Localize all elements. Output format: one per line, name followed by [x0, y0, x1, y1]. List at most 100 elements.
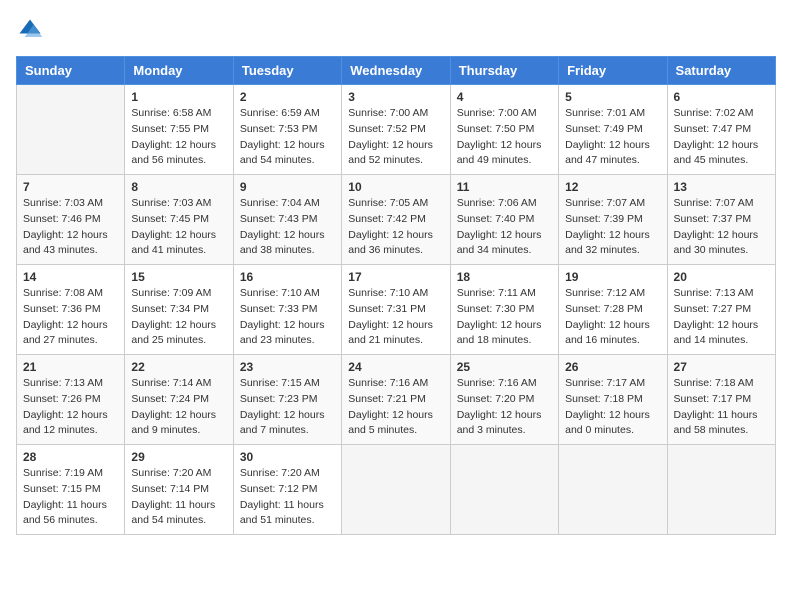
cell-info: Sunrise: 7:07 AM Sunset: 7:37 PM Dayligh… — [674, 196, 769, 259]
cell-info: Sunrise: 7:03 AM Sunset: 7:46 PM Dayligh… — [23, 196, 118, 259]
sunrise-text: Sunrise: 7:14 AM — [131, 377, 211, 389]
cell-info: Sunrise: 7:02 AM Sunset: 7:47 PM Dayligh… — [674, 106, 769, 169]
calendar-cell: 19 Sunrise: 7:12 AM Sunset: 7:28 PM Dayl… — [559, 265, 667, 355]
header-day-thursday: Thursday — [450, 57, 558, 85]
sunset-text: Sunset: 7:31 PM — [348, 303, 426, 315]
sunset-text: Sunset: 7:50 PM — [457, 123, 535, 135]
day-number: 6 — [674, 90, 769, 104]
cell-info: Sunrise: 7:12 AM Sunset: 7:28 PM Dayligh… — [565, 286, 660, 349]
calendar-cell — [342, 445, 450, 535]
daylight-text: Daylight: 12 hours and 25 minutes. — [131, 319, 216, 347]
day-number: 26 — [565, 360, 660, 374]
header-day-saturday: Saturday — [667, 57, 775, 85]
header-day-sunday: Sunday — [17, 57, 125, 85]
calendar-header-row: SundayMondayTuesdayWednesdayThursdayFrid… — [17, 57, 776, 85]
cell-info: Sunrise: 7:00 AM Sunset: 7:52 PM Dayligh… — [348, 106, 443, 169]
cell-info: Sunrise: 7:08 AM Sunset: 7:36 PM Dayligh… — [23, 286, 118, 349]
sunrise-text: Sunrise: 7:10 AM — [348, 287, 428, 299]
calendar-cell: 23 Sunrise: 7:15 AM Sunset: 7:23 PM Dayl… — [233, 355, 341, 445]
sunrise-text: Sunrise: 7:13 AM — [23, 377, 103, 389]
daylight-text: Daylight: 12 hours and 27 minutes. — [23, 319, 108, 347]
day-number: 30 — [240, 450, 335, 464]
daylight-text: Daylight: 12 hours and 34 minutes. — [457, 229, 542, 257]
daylight-text: Daylight: 12 hours and 52 minutes. — [348, 139, 433, 167]
day-number: 29 — [131, 450, 226, 464]
calendar-cell: 30 Sunrise: 7:20 AM Sunset: 7:12 PM Dayl… — [233, 445, 341, 535]
calendar-cell: 28 Sunrise: 7:19 AM Sunset: 7:15 PM Dayl… — [17, 445, 125, 535]
sunset-text: Sunset: 7:30 PM — [457, 303, 535, 315]
calendar-cell: 2 Sunrise: 6:59 AM Sunset: 7:53 PM Dayli… — [233, 85, 341, 175]
sunrise-text: Sunrise: 7:18 AM — [674, 377, 754, 389]
sunrise-text: Sunrise: 7:03 AM — [131, 197, 211, 209]
cell-info: Sunrise: 7:15 AM Sunset: 7:23 PM Dayligh… — [240, 376, 335, 439]
daylight-text: Daylight: 12 hours and 43 minutes. — [23, 229, 108, 257]
day-number: 19 — [565, 270, 660, 284]
day-number: 12 — [565, 180, 660, 194]
sunrise-text: Sunrise: 7:19 AM — [23, 467, 103, 479]
sunset-text: Sunset: 7:46 PM — [23, 213, 101, 225]
day-number: 5 — [565, 90, 660, 104]
daylight-text: Daylight: 12 hours and 3 minutes. — [457, 409, 542, 437]
sunset-text: Sunset: 7:45 PM — [131, 213, 209, 225]
calendar-cell: 4 Sunrise: 7:00 AM Sunset: 7:50 PM Dayli… — [450, 85, 558, 175]
sunrise-text: Sunrise: 7:01 AM — [565, 107, 645, 119]
header-day-monday: Monday — [125, 57, 233, 85]
daylight-text: Daylight: 12 hours and 32 minutes. — [565, 229, 650, 257]
daylight-text: Daylight: 12 hours and 21 minutes. — [348, 319, 433, 347]
page-header — [16, 16, 776, 44]
calendar-cell: 12 Sunrise: 7:07 AM Sunset: 7:39 PM Dayl… — [559, 175, 667, 265]
daylight-text: Daylight: 12 hours and 7 minutes. — [240, 409, 325, 437]
daylight-text: Daylight: 12 hours and 9 minutes. — [131, 409, 216, 437]
sunrise-text: Sunrise: 7:03 AM — [23, 197, 103, 209]
sunset-text: Sunset: 7:36 PM — [23, 303, 101, 315]
cell-info: Sunrise: 7:11 AM Sunset: 7:30 PM Dayligh… — [457, 286, 552, 349]
cell-info: Sunrise: 7:10 AM Sunset: 7:33 PM Dayligh… — [240, 286, 335, 349]
day-number: 20 — [674, 270, 769, 284]
sunrise-text: Sunrise: 7:07 AM — [674, 197, 754, 209]
calendar-cell: 8 Sunrise: 7:03 AM Sunset: 7:45 PM Dayli… — [125, 175, 233, 265]
sunrise-text: Sunrise: 7:07 AM — [565, 197, 645, 209]
calendar-week-row: 21 Sunrise: 7:13 AM Sunset: 7:26 PM Dayl… — [17, 355, 776, 445]
calendar-cell: 17 Sunrise: 7:10 AM Sunset: 7:31 PM Dayl… — [342, 265, 450, 355]
daylight-text: Daylight: 12 hours and 23 minutes. — [240, 319, 325, 347]
day-number: 3 — [348, 90, 443, 104]
day-number: 14 — [23, 270, 118, 284]
day-number: 23 — [240, 360, 335, 374]
daylight-text: Daylight: 11 hours and 56 minutes. — [23, 499, 107, 527]
calendar-cell: 5 Sunrise: 7:01 AM Sunset: 7:49 PM Dayli… — [559, 85, 667, 175]
day-number: 11 — [457, 180, 552, 194]
sunset-text: Sunset: 7:49 PM — [565, 123, 643, 135]
header-day-tuesday: Tuesday — [233, 57, 341, 85]
cell-info: Sunrise: 7:04 AM Sunset: 7:43 PM Dayligh… — [240, 196, 335, 259]
sunset-text: Sunset: 7:33 PM — [240, 303, 318, 315]
day-number: 10 — [348, 180, 443, 194]
day-number: 7 — [23, 180, 118, 194]
calendar-cell: 18 Sunrise: 7:11 AM Sunset: 7:30 PM Dayl… — [450, 265, 558, 355]
sunset-text: Sunset: 7:24 PM — [131, 393, 209, 405]
calendar-cell — [17, 85, 125, 175]
sunset-text: Sunset: 7:14 PM — [131, 483, 209, 495]
cell-info: Sunrise: 7:13 AM Sunset: 7:27 PM Dayligh… — [674, 286, 769, 349]
day-number: 4 — [457, 90, 552, 104]
calendar-cell: 21 Sunrise: 7:13 AM Sunset: 7:26 PM Dayl… — [17, 355, 125, 445]
cell-info: Sunrise: 7:13 AM Sunset: 7:26 PM Dayligh… — [23, 376, 118, 439]
calendar-cell: 25 Sunrise: 7:16 AM Sunset: 7:20 PM Dayl… — [450, 355, 558, 445]
daylight-text: Daylight: 12 hours and 12 minutes. — [23, 409, 108, 437]
sunrise-text: Sunrise: 7:02 AM — [674, 107, 754, 119]
header-day-friday: Friday — [559, 57, 667, 85]
sunset-text: Sunset: 7:28 PM — [565, 303, 643, 315]
cell-info: Sunrise: 7:10 AM Sunset: 7:31 PM Dayligh… — [348, 286, 443, 349]
day-number: 27 — [674, 360, 769, 374]
day-number: 18 — [457, 270, 552, 284]
sunset-text: Sunset: 7:26 PM — [23, 393, 101, 405]
sunset-text: Sunset: 7:21 PM — [348, 393, 426, 405]
calendar-cell: 29 Sunrise: 7:20 AM Sunset: 7:14 PM Dayl… — [125, 445, 233, 535]
calendar-week-row: 14 Sunrise: 7:08 AM Sunset: 7:36 PM Dayl… — [17, 265, 776, 355]
day-number: 22 — [131, 360, 226, 374]
sunset-text: Sunset: 7:15 PM — [23, 483, 101, 495]
sunrise-text: Sunrise: 7:15 AM — [240, 377, 320, 389]
logo-icon — [16, 16, 44, 44]
daylight-text: Daylight: 12 hours and 5 minutes. — [348, 409, 433, 437]
day-number: 1 — [131, 90, 226, 104]
sunrise-text: Sunrise: 7:08 AM — [23, 287, 103, 299]
